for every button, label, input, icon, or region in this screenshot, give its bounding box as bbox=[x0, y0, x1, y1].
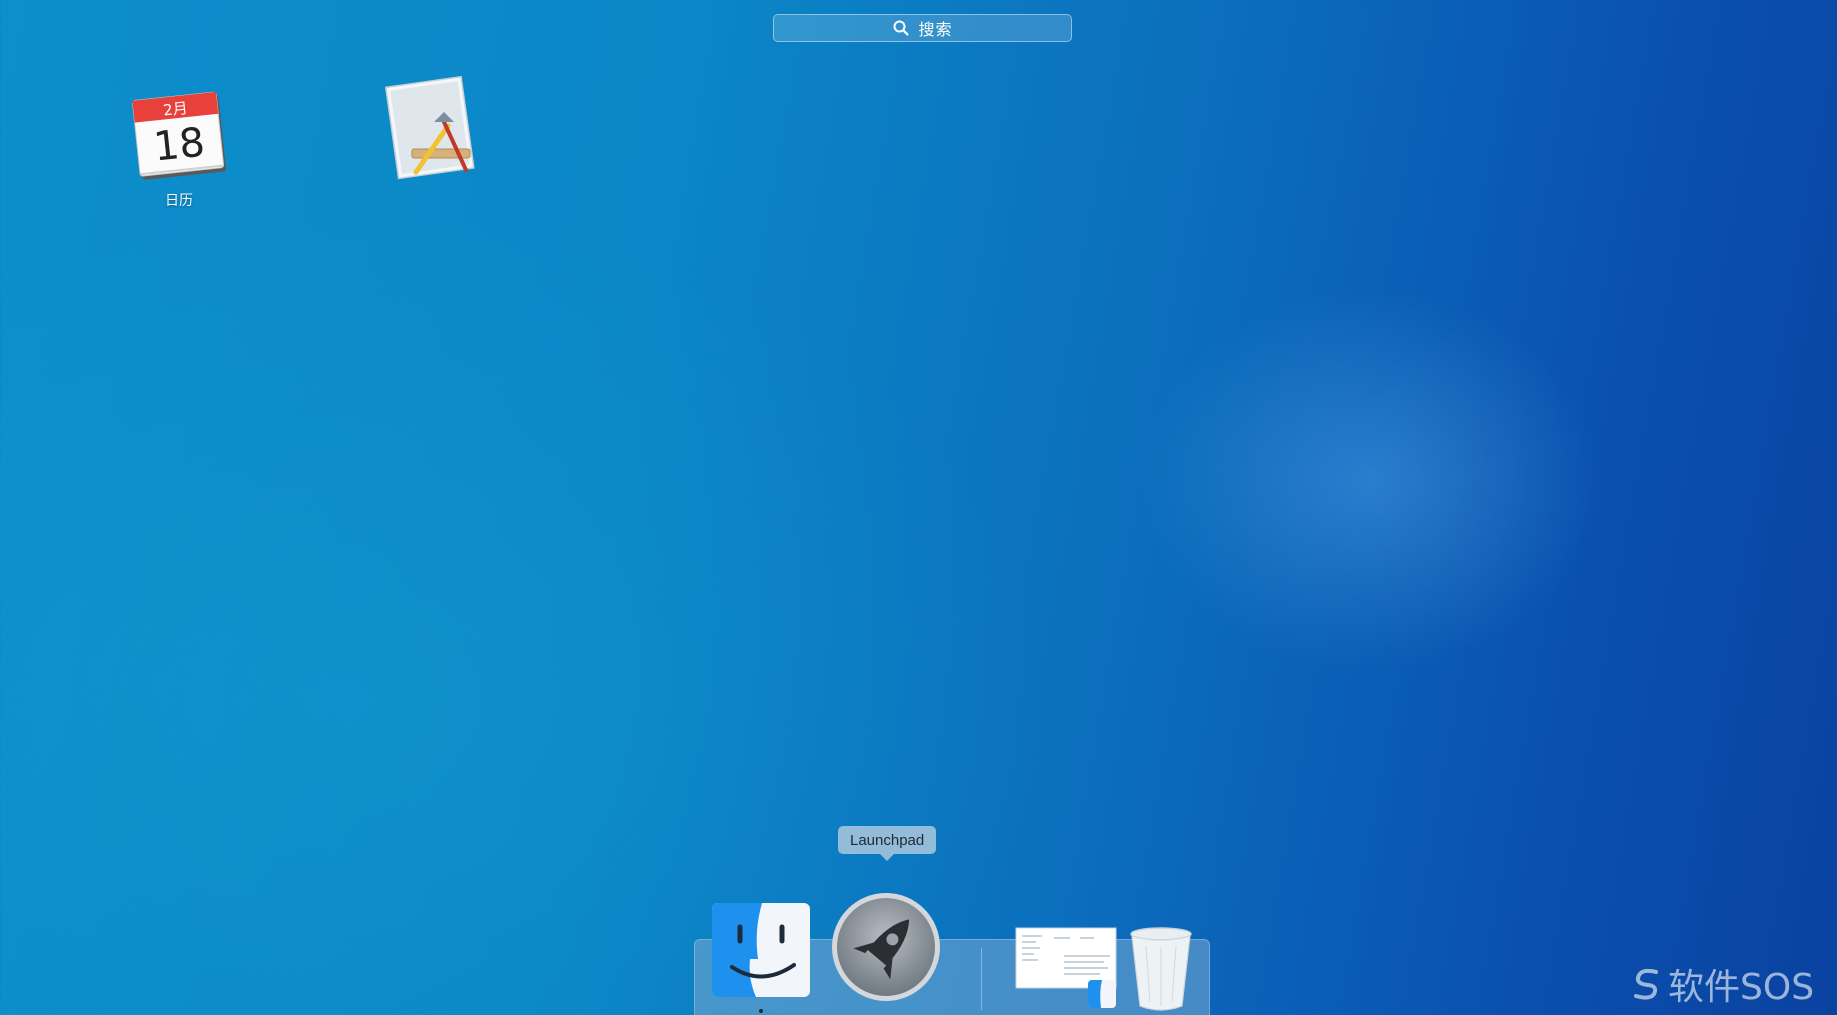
dock-tooltip: Launchpad bbox=[838, 826, 937, 854]
search-label: 搜索 bbox=[918, 20, 953, 39]
finder-window-thumbnail-icon[interactable] bbox=[1014, 926, 1118, 1010]
finder-icon[interactable] bbox=[710, 901, 812, 999]
launchpad-icon[interactable] bbox=[830, 891, 942, 1003]
calendar-day: 18 bbox=[152, 120, 207, 171]
search-field[interactable]: 搜索 bbox=[773, 14, 1072, 42]
app-xcode[interactable] bbox=[362, 74, 492, 186]
search-icon bbox=[893, 20, 910, 36]
finder-running-indicator bbox=[759, 1009, 763, 1013]
calendar-month: 2月 bbox=[162, 99, 188, 119]
dock-divider bbox=[981, 948, 982, 1010]
sos-logo-icon bbox=[1634, 968, 1658, 1000]
calendar-icon: 2月 18 bbox=[132, 91, 226, 180]
app-calendar[interactable]: 2月 18 日历 bbox=[114, 78, 244, 210]
watermark: 软件SOS bbox=[1630, 958, 1814, 1010]
app-label-calendar: 日历 bbox=[165, 193, 193, 209]
watermark-text: 软件SOS bbox=[1668, 967, 1815, 1008]
xcode-icon bbox=[384, 75, 475, 180]
trash-icon[interactable] bbox=[1128, 926, 1194, 1012]
